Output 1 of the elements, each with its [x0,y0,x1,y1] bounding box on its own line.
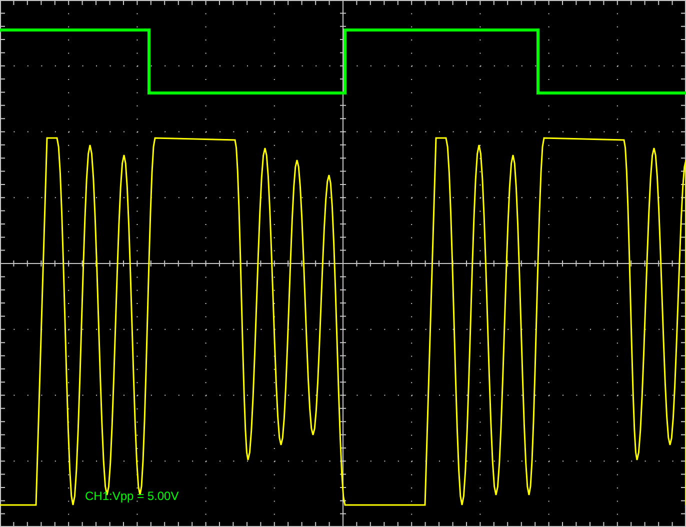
vpp-readout: CH1:Vpp = 5.00V [85,489,179,503]
